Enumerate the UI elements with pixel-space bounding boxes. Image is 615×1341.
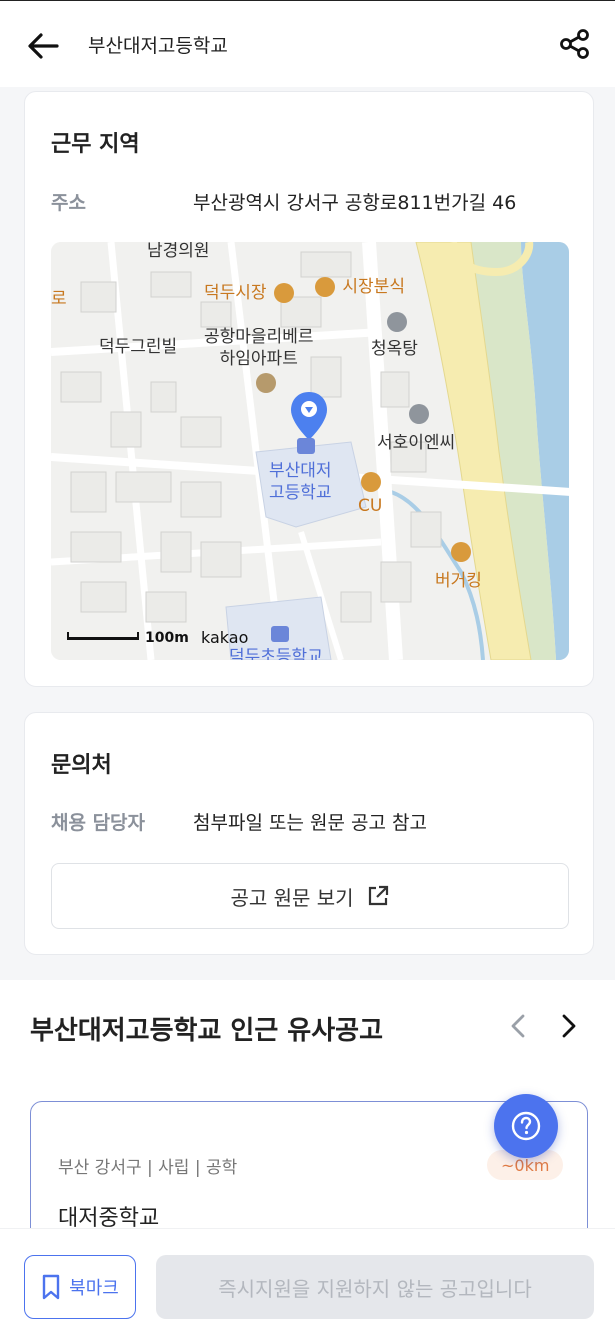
burger-icon [451,542,471,562]
bathhouse-icon [387,312,407,332]
external-link-icon [368,885,388,906]
address-value: 부산광역시 강서구 공항로811번가길 46 [193,192,517,214]
arrow-left-icon[interactable] [26,31,60,61]
restaurant-icon [315,277,335,297]
job-meta: 부산 강서구 | 사립 | 공학 [58,1158,238,1178]
poi-store: CU [358,496,383,516]
app-header: 부산대저고등학교 [0,1,615,87]
apartment-icon [256,373,276,393]
poi-elementary: 덕두초등학교 [229,647,323,660]
view-original-posting-button[interactable]: 공고 원문 보기 [51,863,569,929]
help-button[interactable] [494,1094,558,1158]
poi-school[interactable]: 부산대저 고등학교 [269,460,332,504]
poi-building: 서호이엔씨 [377,433,456,453]
work-location-title: 근무 지역 [51,132,140,157]
poi-left-edge: 로 [51,289,67,309]
view-original-label: 공고 원문 보기 [230,885,354,910]
poi-snack[interactable]: 시장분식 [315,272,405,297]
poi-market-label: 덕두시장 [204,283,267,303]
map-scale-bar [67,632,139,640]
work-location-card: 근무 지역 주소 부산광역시 강서구 공항로811번가길 46 남경의원 로 덕… [24,91,594,687]
page-title: 부산대저고등학교 [88,35,228,57]
convenience-store-icon [361,472,381,492]
share-icon[interactable] [558,27,592,61]
poi-school-line2: 고등학교 [269,483,332,503]
question-mark-icon [511,1111,541,1141]
apply-button-disabled: 즉시지원을 지원하지 않는 공고입니다 [156,1255,594,1319]
map-scale-label: 100m [145,630,189,646]
manager-label: 채용 담당자 [51,812,146,834]
poi-school-line1: 부산대저 [269,461,332,481]
map-provider-logo: kakao [201,628,249,647]
poi-apartment-line2: 하임아파트 [219,349,298,369]
location-map[interactable]: 남경의원 로 덕두시장 시장분식 덕두그린빌 공항마을리베르 하임아파트 청옥탕… [51,242,569,660]
location-pin-icon[interactable] [289,390,329,442]
bookmark-label: 북마크 [69,1278,119,1299]
manager-value: 첨부파일 또는 원문 공고 참고 [193,812,427,834]
bottom-action-bar: 북마크 즉시지원을 지원하지 않는 공고입니다 [0,1228,615,1341]
shopping-bag-icon [273,283,294,303]
poi-bathhouse: 청옥탕 [371,339,418,359]
bookmark-button[interactable]: 북마크 [24,1255,136,1319]
school-icon [297,438,315,454]
contact-card: 문의처 채용 담당자 첨부파일 또는 원문 공고 참고 공고 원문 보기 [24,712,594,955]
elementary-school-icon [271,626,289,642]
similar-postings-title: 부산대저고등학교 인근 유사공고 [30,1016,383,1046]
poi-apartment-line1: 공항마을리베르 [204,327,314,347]
poi-villa: 덕두그린빌 [99,337,178,357]
poi-clinic: 남경의원 [147,242,210,261]
poi-market[interactable]: 덕두시장 [204,278,294,303]
contact-title: 문의처 [51,753,112,778]
poi-snack-label: 시장분식 [342,277,405,297]
poi-apartment[interactable]: 공항마을리베르 하임아파트 [204,326,313,370]
poi-burger: 버거킹 [435,571,482,591]
chevron-left-icon[interactable] [504,1010,532,1042]
chevron-right-icon[interactable] [555,1010,583,1042]
building-icon [409,404,429,424]
bookmark-icon [42,1274,60,1300]
address-label: 주소 [51,192,86,214]
